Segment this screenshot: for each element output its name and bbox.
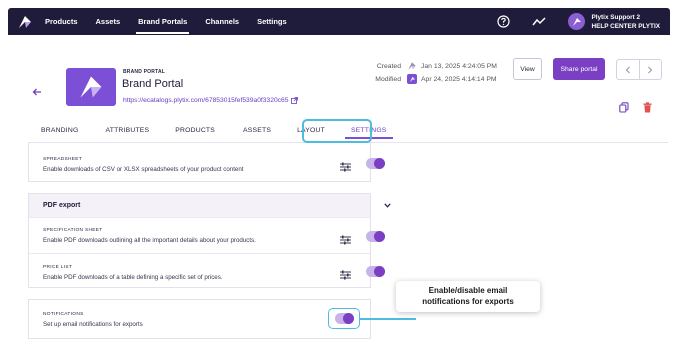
created-value: Jan 13, 2025 4:24:05 PM (421, 62, 497, 70)
external-link-icon (291, 97, 299, 104)
callout-annotation: Enable/disable email notifications for e… (396, 281, 540, 312)
spreadsheet-title: SPREADSHEET (43, 157, 83, 162)
share-portal-button[interactable]: Share portal (553, 58, 605, 80)
user-org: HELP CENTER PLYTIX (591, 22, 660, 30)
price-list-desc: Enable PDF downloads of a table defining… (43, 274, 223, 281)
notifications-toggle-highlight (328, 308, 360, 329)
modified-label: Modified (375, 75, 401, 83)
user-info[interactable]: Plytix Support 2 HELP CENTER PLYTIX (591, 13, 660, 31)
page-kicker: BRAND PORTAL (123, 69, 166, 75)
spec-sheet-title: SPECIFICATION SHEET (43, 228, 103, 233)
nav-item-channels[interactable]: Channels (205, 8, 239, 35)
sliders-icon[interactable] (340, 267, 351, 280)
portal-url-text: https://ecatalogs.plytix.com/67853015fef… (123, 97, 289, 104)
price-list-toggle[interactable] (366, 266, 385, 277)
notifications-title: NOTIFICATIONS (43, 312, 84, 317)
tab-products[interactable]: PRODUCTS (175, 119, 215, 142)
sliders-icon[interactable] (340, 232, 351, 245)
created-meta: Created Jan 13, 2025 4:24:05 PM (355, 61, 497, 71)
tab-assets[interactable]: ASSETS (243, 119, 271, 142)
spreadsheet-row: SPREADSHEET Enable downloads of CSV or X… (29, 143, 385, 182)
callout-line-1: Enable/disable email (428, 286, 508, 295)
tab-attributes[interactable]: ATTRIBUTES (105, 119, 149, 142)
price-list-title: PRICE LIST (43, 265, 73, 270)
help-icon[interactable] (496, 15, 510, 29)
back-arrow-icon[interactable] (32, 83, 42, 101)
trash-icon[interactable] (641, 101, 653, 113)
portal-url-link[interactable]: https://ecatalogs.plytix.com/67853015fef… (123, 97, 299, 104)
callout-line-2: notifications for exports (422, 297, 514, 306)
portal-logo (66, 68, 116, 106)
pdf-export-title: PDF export (43, 202, 81, 209)
previous-icon[interactable] (617, 60, 640, 79)
pager (616, 59, 662, 80)
nav-item-products[interactable]: Products (45, 8, 78, 35)
top-navigation-bar: Products Assets Brand Portals Channels S… (8, 8, 670, 35)
pdf-export-card: PDF export SPECIFICATION SHEET Enable PD… (28, 193, 391, 288)
sliders-icon[interactable] (340, 159, 351, 172)
tab-branding[interactable]: BRANDING (41, 119, 78, 142)
notifications-row: NOTIFICATIONS Set up email notifications… (29, 300, 370, 340)
user-avatar-icon (407, 74, 417, 84)
price-list-row: PRICE LIST Enable PDF downloads of a tab… (29, 253, 385, 288)
spec-sheet-toggle[interactable] (366, 231, 385, 242)
modified-value: Apr 24, 2025 4:14:14 PM (421, 75, 497, 83)
nav-item-brand-portals[interactable]: Brand Portals (136, 8, 190, 35)
main-nav: Products Assets Brand Portals Channels S… (45, 8, 305, 35)
next-icon[interactable] (640, 60, 662, 79)
nav-right-area: Plytix Support 2 HELP CENTER PLYTIX (496, 8, 670, 35)
chevron-down-icon[interactable] (384, 203, 391, 208)
plytix-small-icon (407, 61, 417, 71)
toggle-knob (374, 266, 385, 277)
avatar[interactable] (568, 13, 586, 30)
plytix-logo-icon[interactable] (17, 14, 33, 30)
spec-sheet-row: SPECIFICATION SHEET Enable PDF downloads… (29, 218, 385, 253)
duplicate-icon[interactable] (618, 101, 630, 113)
callout-connector (360, 318, 416, 320)
activity-icon[interactable] (532, 15, 546, 29)
spec-sheet-desc: Enable PDF downloads outlining all the i… (43, 237, 256, 244)
spreadsheet-card: SPREADSHEET Enable downloads of CSV or X… (28, 143, 385, 182)
nav-item-assets[interactable]: Assets (96, 8, 121, 35)
pdf-export-header[interactable]: PDF export (29, 194, 391, 218)
spreadsheet-desc: Enable downloads of CSV or XLSX spreadsh… (43, 166, 244, 173)
toggle-knob (374, 231, 385, 242)
user-name: Plytix Support 2 (591, 13, 641, 21)
spreadsheet-toggle[interactable] (366, 158, 385, 169)
view-button[interactable]: View (513, 58, 542, 80)
nav-item-settings[interactable]: Settings (257, 8, 287, 35)
created-label: Created (376, 62, 401, 70)
modified-meta: Modified Apr 24, 2025 4:14:14 PM (355, 74, 497, 84)
page-title: Brand Portal (122, 78, 184, 90)
toggle-knob (374, 158, 385, 169)
notifications-card: NOTIFICATIONS Set up email notifications… (28, 299, 371, 339)
settings-tab-highlight (302, 119, 372, 143)
notifications-desc: Set up email notifications for exports (43, 321, 143, 328)
